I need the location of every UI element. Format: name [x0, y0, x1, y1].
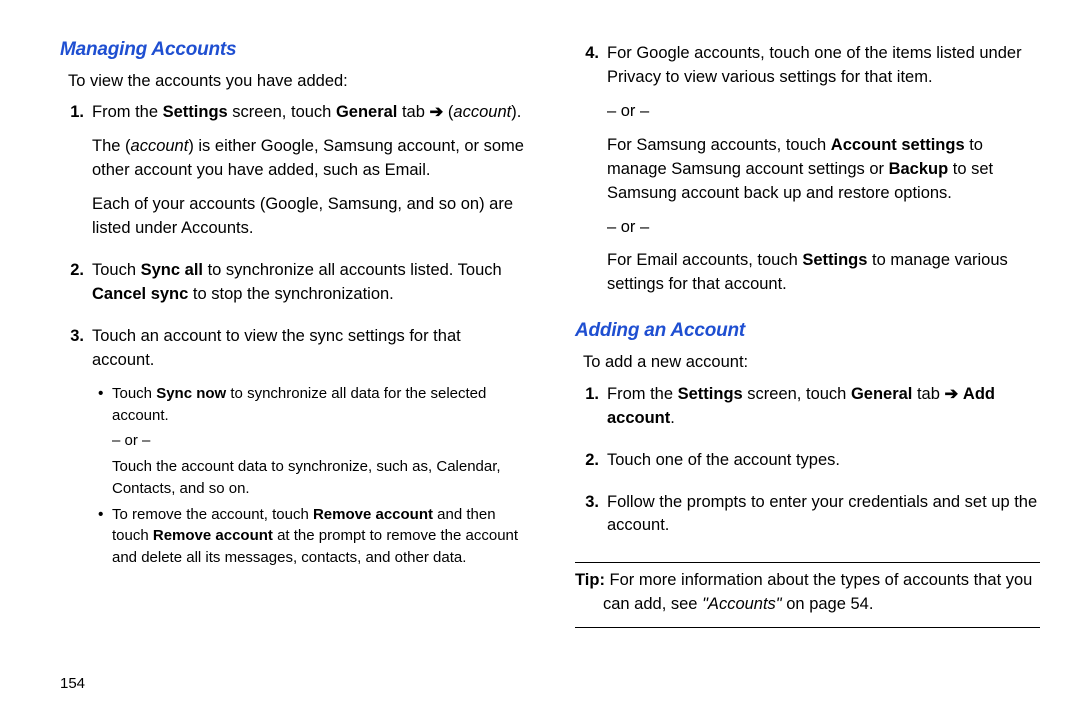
step-body: From the Settings screen, touch General … [92, 101, 525, 251]
step-number: 3. [575, 491, 607, 549]
step-body: Touch Sync all to synchronize all accoun… [92, 259, 525, 317]
step-1-line-3: Each of your accounts (Google, Samsung, … [92, 193, 525, 241]
bullet-sync-now: • Touch Sync now to synchronize all data… [98, 383, 525, 500]
step-1-line-2: The (account) is either Google, Samsung … [92, 135, 525, 183]
step-4-email: For Email accounts, touch Settings to ma… [607, 249, 1040, 297]
step-number: 4. [575, 42, 607, 307]
add-step-3-text: Follow the prompts to enter your credent… [607, 491, 1040, 539]
add-step-3: 3. Follow the prompts to enter your cred… [575, 491, 1040, 549]
manual-page: Managing Accounts To view the accounts y… [0, 0, 1080, 628]
or-divider: – or – [112, 430, 525, 452]
bullet-alt: Touch the account data to synchronize, s… [112, 456, 525, 500]
tip-line-2: can add, see "Accounts" on page 54. [575, 593, 1040, 617]
add-step-2-text: Touch one of the account types. [607, 449, 1040, 473]
intro-text: To add a new account: [583, 351, 1040, 375]
bullet-body: To remove the account, touch Remove acco… [112, 504, 525, 569]
intro-text: To view the accounts you have added: [68, 70, 525, 94]
add-step-1-text: From the Settings screen, touch General … [607, 383, 1040, 431]
steps-managing-cont: 4. For Google accounts, touch one of the… [575, 42, 1040, 307]
step-1-line-1: From the Settings screen, touch General … [92, 101, 525, 125]
steps-adding: 1. From the Settings screen, touch Gener… [575, 383, 1040, 549]
page-number: 154 [60, 675, 85, 692]
heading-managing-accounts: Managing Accounts [60, 36, 525, 64]
step-number: 2. [575, 449, 607, 483]
bullet-remove-account: • To remove the account, touch Remove ac… [98, 504, 525, 569]
bullet-icon: • [98, 504, 112, 569]
step-2: 2. Touch Sync all to synchronize all acc… [60, 259, 525, 317]
add-step-2: 2. Touch one of the account types. [575, 449, 1040, 483]
heading-adding-account: Adding an Account [575, 317, 1040, 345]
step-4: 4. For Google accounts, touch one of the… [575, 42, 1040, 307]
step-body: From the Settings screen, touch General … [607, 383, 1040, 441]
tip-box: Tip: For more information about the type… [575, 562, 1040, 628]
step-body: For Google accounts, touch one of the it… [607, 42, 1040, 307]
tip-line-1: Tip: For more information about the type… [575, 569, 1040, 593]
add-step-1: 1. From the Settings screen, touch Gener… [575, 383, 1040, 441]
step-body: Follow the prompts to enter your credent… [607, 491, 1040, 549]
bullet-icon: • [98, 383, 112, 500]
left-column: Managing Accounts To view the accounts y… [60, 36, 525, 628]
or-divider: – or – [607, 100, 1040, 124]
step-number: 2. [60, 259, 92, 317]
step-number: 1. [60, 101, 92, 251]
right-column: 4. For Google accounts, touch one of the… [575, 36, 1040, 628]
or-divider: – or – [607, 216, 1040, 240]
bullet-body: Touch Sync now to synchronize all data f… [112, 383, 525, 500]
step-body: Touch one of the account types. [607, 449, 1040, 483]
arrow-icon: ➔ [945, 385, 959, 403]
arrow-icon: ➔ [430, 103, 444, 121]
step-4-samsung: For Samsung accounts, touch Account sett… [607, 134, 1040, 206]
step-number: 1. [575, 383, 607, 441]
step-3: 3. Touch an account to view the sync set… [60, 325, 525, 569]
step-1: 1. From the Settings screen, touch Gener… [60, 101, 525, 251]
steps-managing: 1. From the Settings screen, touch Gener… [60, 101, 525, 568]
step-2-text: Touch Sync all to synchronize all accoun… [92, 259, 525, 307]
step-4-google: For Google accounts, touch one of the it… [607, 42, 1040, 90]
sub-bullets: • Touch Sync now to synchronize all data… [92, 383, 525, 569]
step-body: Touch an account to view the sync settin… [92, 325, 525, 569]
step-number: 3. [60, 325, 92, 569]
step-3-text: Touch an account to view the sync settin… [92, 325, 525, 373]
